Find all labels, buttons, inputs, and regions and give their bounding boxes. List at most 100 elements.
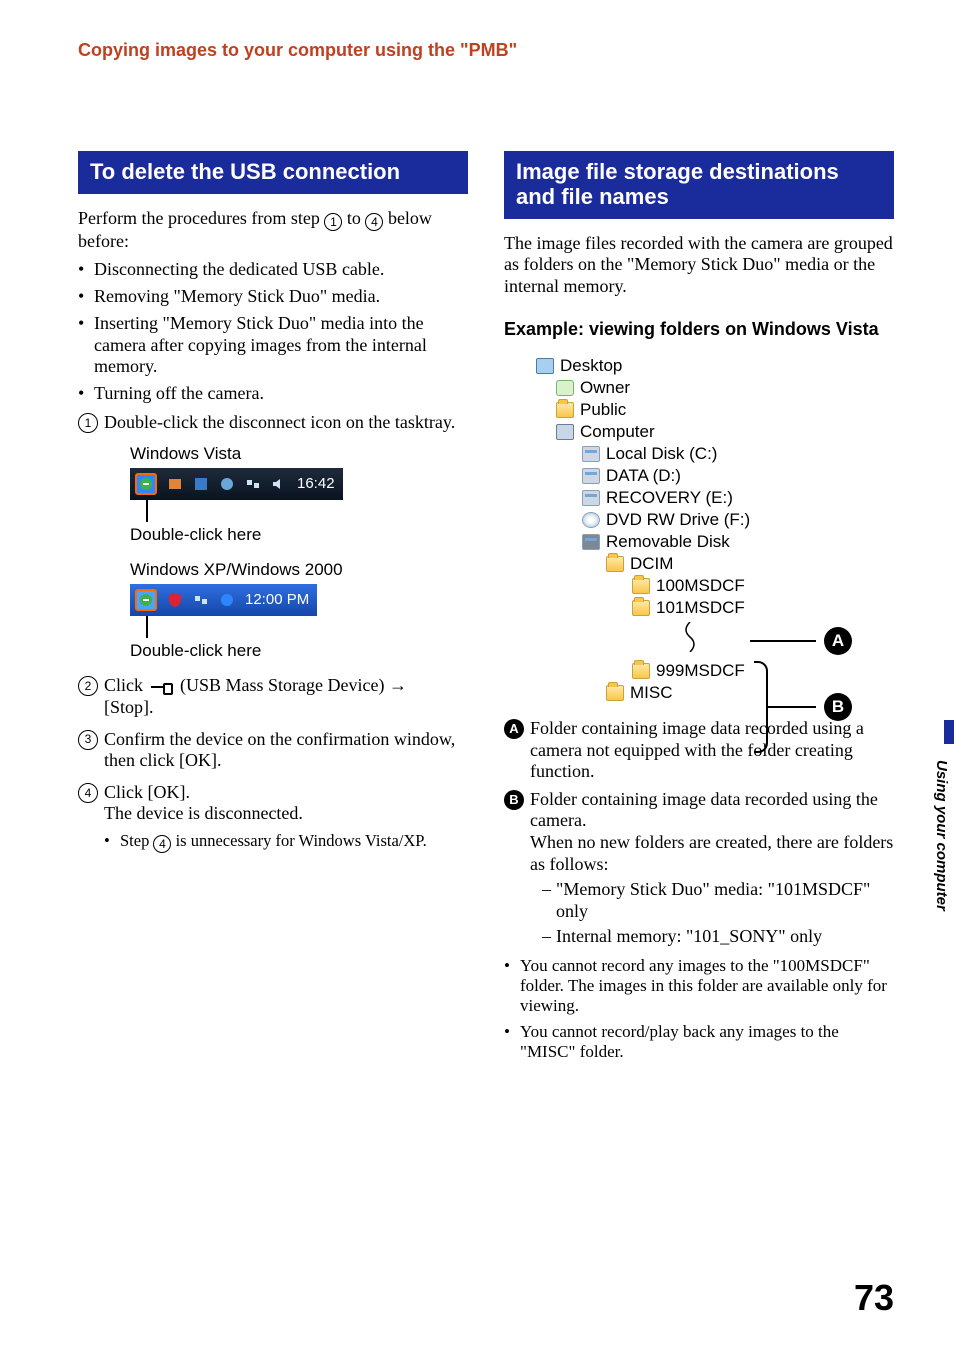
- precondition-list: Disconnecting the dedicated USB cable. R…: [78, 259, 468, 404]
- tree-node-folder: 999MSDCF: [632, 660, 846, 682]
- tree-label: DVD RW Drive (F:): [606, 510, 750, 530]
- tray-icon: [193, 476, 209, 492]
- tasktray-vista: 16:42: [130, 468, 468, 522]
- folder-icon: [632, 578, 650, 594]
- legend-item: B Folder containing image data recorded …: [504, 789, 894, 948]
- list-item: Turning off the camera.: [78, 383, 468, 404]
- os-label-vista: Windows Vista: [130, 444, 468, 464]
- os-label-xp: Windows XP/Windows 2000: [130, 560, 468, 580]
- tree-node-folder: 100MSDCF: [632, 575, 846, 597]
- tree-node-folder: 101MSDCF: [632, 597, 846, 619]
- step-ref-icon: 1: [324, 213, 342, 231]
- folder-tree: Desktop Owner Public Computer Local Disk…: [536, 355, 846, 704]
- tasktray-caption: Double-click here: [130, 641, 468, 661]
- tasktray-xp: 12:00 PM: [130, 584, 468, 638]
- list-item: "Memory Stick Duo" media: "101MSDCF" onl…: [542, 879, 894, 922]
- step-text: Click [OK].: [104, 782, 190, 802]
- legend-badge-b: B: [504, 790, 524, 810]
- legend-text: Folder containing image data recorded us…: [530, 718, 864, 781]
- tree-label: 999MSDCF: [656, 661, 745, 681]
- tree-label: DCIM: [630, 554, 673, 574]
- list-item: You cannot record/play back any images t…: [504, 1022, 894, 1062]
- right-column: Image file storage destinations and file…: [504, 151, 894, 1070]
- step-text: [Stop].: [104, 697, 154, 717]
- removable-disk-icon: [582, 534, 600, 550]
- list-item: Disconnecting the dedicated USB cable.: [78, 259, 468, 280]
- intro-text: to: [342, 208, 365, 228]
- folder-icon: [606, 556, 624, 572]
- drive-icon: [582, 468, 600, 484]
- step-item: Click (USB Mass Storage Device) → [Stop]…: [78, 675, 468, 718]
- step-text: Double-click the disconnect icon on the …: [104, 412, 455, 432]
- tree-label: Public: [580, 400, 626, 420]
- clock-time: 16:42: [297, 475, 335, 493]
- two-column-layout: To delete the USB connection Perform the…: [78, 151, 894, 1070]
- desktop-icon: [536, 358, 554, 374]
- step-item: Confirm the device on the confirmation w…: [78, 729, 468, 772]
- tree-label: Computer: [580, 422, 655, 442]
- tasktray-box: 16:42: [130, 468, 343, 500]
- callout-line: [146, 500, 148, 522]
- running-head: Copying images to your computer using th…: [78, 40, 894, 61]
- clock-time: 12:00 PM: [245, 591, 309, 609]
- legend-item: A Folder containing image data recorded …: [504, 718, 894, 783]
- manual-page: Copying images to your computer using th…: [0, 0, 954, 1357]
- step-note: Step 4 is unnecessary for Windows Vista/…: [104, 831, 468, 853]
- list-item: You cannot record any images to the "100…: [504, 956, 894, 1016]
- tree-node-drive: RECOVERY (E:): [582, 487, 846, 509]
- tree-label: MISC: [630, 683, 673, 703]
- callout-line: [768, 706, 816, 708]
- tree-node-dcim: DCIM: [606, 553, 846, 575]
- note-text: is unnecessary for Windows Vista/XP.: [171, 831, 426, 850]
- step-text: The device is disconnected.: [104, 803, 303, 823]
- example-heading: Example: viewing folders on Windows Vist…: [504, 319, 894, 341]
- folder-icon: [606, 685, 624, 701]
- tree-label: DATA (D:): [606, 466, 681, 486]
- intro-paragraph: The image files recorded with the camera…: [504, 233, 894, 298]
- tasktray-caption: Double-click here: [130, 525, 468, 545]
- disconnect-icon: [135, 473, 157, 495]
- shield-icon: [167, 592, 183, 608]
- left-column: To delete the USB connection Perform the…: [78, 151, 468, 1070]
- tree-label: 100MSDCF: [656, 576, 745, 596]
- callout-legend: A Folder containing image data recorded …: [504, 718, 894, 948]
- intro-paragraph: Perform the procedures from step 1 to 4 …: [78, 208, 468, 253]
- intro-text: Perform the procedures from step: [78, 208, 324, 228]
- list-item: Step 4 is unnecessary for Windows Vista/…: [104, 831, 468, 853]
- drive-icon: [582, 490, 600, 506]
- step-text: (USB Mass Storage Device): [176, 675, 389, 695]
- tree-label: Owner: [580, 378, 630, 398]
- page-number: 73: [854, 1277, 894, 1319]
- tree-node-computer: Computer: [556, 421, 846, 443]
- dash-list: "Memory Stick Duo" media: "101MSDCF" onl…: [530, 879, 894, 948]
- side-tab-marker: [944, 720, 954, 744]
- drive-icon: [582, 446, 600, 462]
- side-tab-label: Using your computer: [933, 760, 950, 911]
- tree-node-public: Public: [556, 399, 846, 421]
- tree-node-drive: DVD RW Drive (F:): [582, 509, 846, 531]
- section-heading-left: To delete the USB connection: [78, 151, 468, 194]
- legend-text: When no new folders are created, there a…: [530, 832, 893, 874]
- step-ref-icon: 4: [153, 835, 171, 853]
- callout-b-badge: B: [824, 693, 852, 721]
- folder-icon: [556, 402, 574, 418]
- tree-node-drive: DATA (D:): [582, 465, 846, 487]
- tray-icon: [167, 476, 183, 492]
- volume-icon: [271, 476, 287, 492]
- legend-badge-a: A: [504, 719, 524, 739]
- side-tab: Using your computer: [926, 720, 954, 940]
- tree-node-desktop: Desktop: [536, 355, 846, 377]
- network-icon: [245, 476, 261, 492]
- note-text: Step: [120, 831, 153, 850]
- tree-label: Local Disk (C:): [606, 444, 717, 464]
- tray-icon: [219, 476, 235, 492]
- computer-icon: [556, 424, 574, 440]
- tree-label: RECOVERY (E:): [606, 488, 733, 508]
- usb-icon: [151, 679, 173, 693]
- callout-line: [750, 640, 816, 642]
- notes-list: You cannot record any images to the "100…: [504, 956, 894, 1062]
- tree-label: 101MSDCF: [656, 598, 745, 618]
- disconnect-icon: [135, 589, 157, 611]
- list-item: Internal memory: "101_SONY" only: [542, 926, 894, 948]
- step-item: Click [OK]. The device is disconnected. …: [78, 782, 468, 853]
